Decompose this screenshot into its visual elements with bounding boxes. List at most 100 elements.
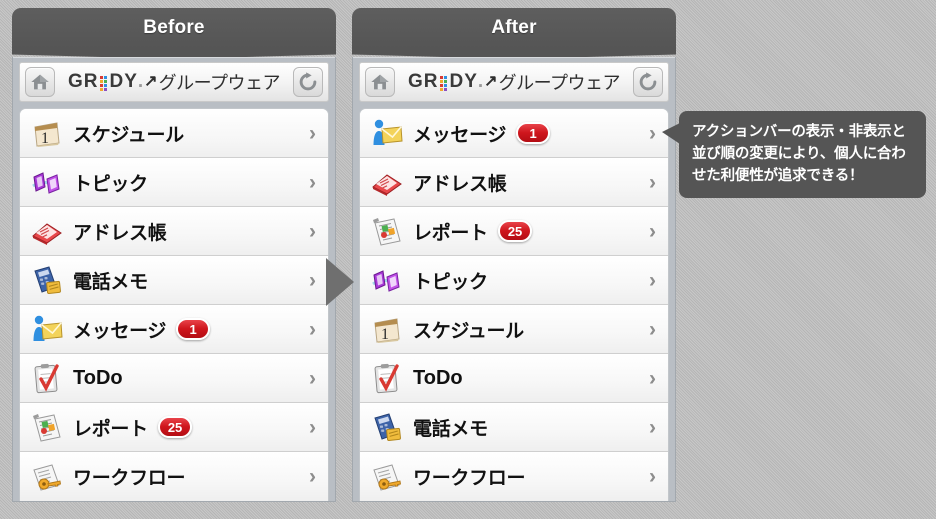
list-item-label: メッセージ [73, 320, 167, 342]
list-item[interactable]: ToDo › [20, 354, 328, 403]
todo-icon [30, 361, 64, 395]
chevron-right-icon: › [309, 219, 316, 243]
home-icon [369, 71, 391, 93]
list-item-icon [30, 460, 64, 494]
refresh-icon [297, 71, 319, 93]
topic-icon [30, 165, 64, 199]
list-item-icon [370, 312, 404, 346]
chevron-right-icon: › [309, 465, 316, 488]
chevron-right-icon: › [649, 366, 656, 390]
gridy-logo: GR DY. ↗ グループウェア [395, 69, 633, 95]
list-item-icon [30, 263, 64, 297]
logo-text-part2: DY [109, 71, 138, 92]
logo-pixel-i-icon [100, 75, 108, 91]
callout-bubble: アクションバーの表示・非表示と並び順の変更により、個人に合わせた利便性が追求でき… [662, 111, 926, 199]
chevron-right-icon: › [649, 170, 656, 194]
logo-text-part2: DY [449, 71, 478, 92]
list-item[interactable]: レポート 25 › [20, 403, 328, 452]
message-icon [370, 116, 404, 150]
logo-arrow-icon: ↗ [484, 73, 498, 90]
gridy-logo: GR DY. ↗ グループウェア [55, 69, 293, 95]
list-item[interactable]: ワークフロー › [360, 452, 668, 501]
list-item-label: スケジュール [413, 320, 524, 342]
chevron-right-icon: › [309, 415, 316, 439]
list-item-label: 電話メモ [413, 418, 488, 440]
chevron-right-icon: › [649, 219, 656, 243]
list-item-label: スケジュール [73, 124, 184, 146]
panel-tab-label-after: After [352, 8, 676, 48]
callout-text: アクションバーの表示・非表示と並び順の変更により、個人に合わせた利便性が追求でき… [692, 124, 906, 185]
notification-badge: 25 [497, 220, 533, 242]
chevron-right-icon: › [649, 317, 656, 341]
list-item-label: レポート [413, 222, 488, 244]
list-item[interactable]: アドレス帳 › [360, 158, 668, 207]
chevron-right-icon: › [309, 317, 316, 341]
list-item-label: ToDo [413, 366, 463, 389]
logo-dot: . [477, 71, 484, 92]
message-icon [30, 312, 64, 346]
logo-text-part1: GR [407, 71, 439, 92]
logo-text-part1: GR [67, 71, 99, 92]
notification-badge: 25 [157, 416, 193, 438]
list-item[interactable]: メッセージ 1 › [20, 305, 328, 354]
workflow-icon [370, 460, 404, 494]
panel-after: After GR DY. ↗ グループウェア メッセージ 1 › アドレス帳 › レポート 25 › トピ… [352, 8, 676, 505]
list-item-icon [370, 460, 404, 494]
refresh-button[interactable] [633, 67, 663, 97]
topic-icon [370, 263, 404, 297]
workflow-icon [30, 460, 64, 494]
chevron-right-icon: › [649, 415, 656, 439]
logo-subtitle: グループウェア [158, 73, 281, 93]
list-item[interactable]: スケジュール › [360, 305, 668, 354]
logo-subtitle: グループウェア [498, 73, 621, 93]
list-item[interactable]: トピック › [360, 256, 668, 305]
chevron-right-icon: › [649, 121, 656, 145]
list-item-icon [30, 312, 64, 346]
list-item[interactable]: アドレス帳 › [20, 207, 328, 256]
home-icon [29, 71, 51, 93]
chevron-right-icon: › [309, 121, 316, 145]
list-item-icon [30, 165, 64, 199]
module-list: メッセージ 1 › アドレス帳 › レポート 25 › トピック › スケジュール › ToDo › 電話メ… [359, 108, 669, 501]
device-frame: GR DY. ↗ グループウェア スケジュール › トピック › アドレス帳 › 電話メモ › メッセー… [12, 57, 336, 502]
list-item-icon [370, 116, 404, 150]
list-item[interactable]: ワークフロー › [20, 452, 328, 501]
addressbook-icon [370, 165, 404, 199]
list-item-icon [370, 263, 404, 297]
list-item[interactable]: トピック › [20, 158, 328, 207]
list-item-label: アドレス帳 [413, 173, 507, 195]
app-title-bar: GR DY. ↗ グループウェア [359, 62, 669, 102]
list-item-label: トピック [73, 173, 148, 195]
home-button[interactable] [365, 67, 395, 97]
transition-arrow-icon [326, 258, 354, 306]
panel-before: Before GR DY. ↗ グループウェア スケジュール › トピック › アドレス帳 › 電話メ… [12, 8, 336, 505]
refresh-button[interactable] [293, 67, 323, 97]
report-icon [370, 214, 404, 248]
list-item[interactable]: レポート 25 › [360, 207, 668, 256]
phonememo-icon [370, 410, 404, 444]
list-item-label: メッセージ [413, 124, 507, 146]
list-item[interactable]: ToDo › [360, 354, 668, 403]
list-item-icon [370, 410, 404, 444]
list-item-icon [30, 410, 64, 444]
refresh-icon [637, 71, 659, 93]
panel-tab-label-before: Before [12, 8, 336, 48]
chevron-right-icon: › [649, 268, 656, 292]
notification-badge: 1 [176, 318, 211, 340]
chevron-right-icon: › [649, 465, 656, 488]
list-item[interactable]: メッセージ 1 › [360, 109, 668, 158]
list-item[interactable]: 電話メモ › [360, 403, 668, 452]
list-item-icon [370, 214, 404, 248]
addressbook-icon [30, 214, 64, 248]
list-item-icon [30, 214, 64, 248]
list-item[interactable]: スケジュール › [20, 109, 328, 158]
device-frame: GR DY. ↗ グループウェア メッセージ 1 › アドレス帳 › レポート 25 › トピック › スケ… [352, 57, 676, 502]
home-button[interactable] [25, 67, 55, 97]
logo-dot: . [137, 71, 144, 92]
list-item-icon [30, 116, 64, 150]
list-item-label: レポート [73, 418, 148, 440]
todo-icon [370, 361, 404, 395]
list-item-label: アドレス帳 [73, 222, 167, 244]
list-item-icon [370, 361, 404, 395]
list-item[interactable]: 電話メモ › [20, 256, 328, 305]
